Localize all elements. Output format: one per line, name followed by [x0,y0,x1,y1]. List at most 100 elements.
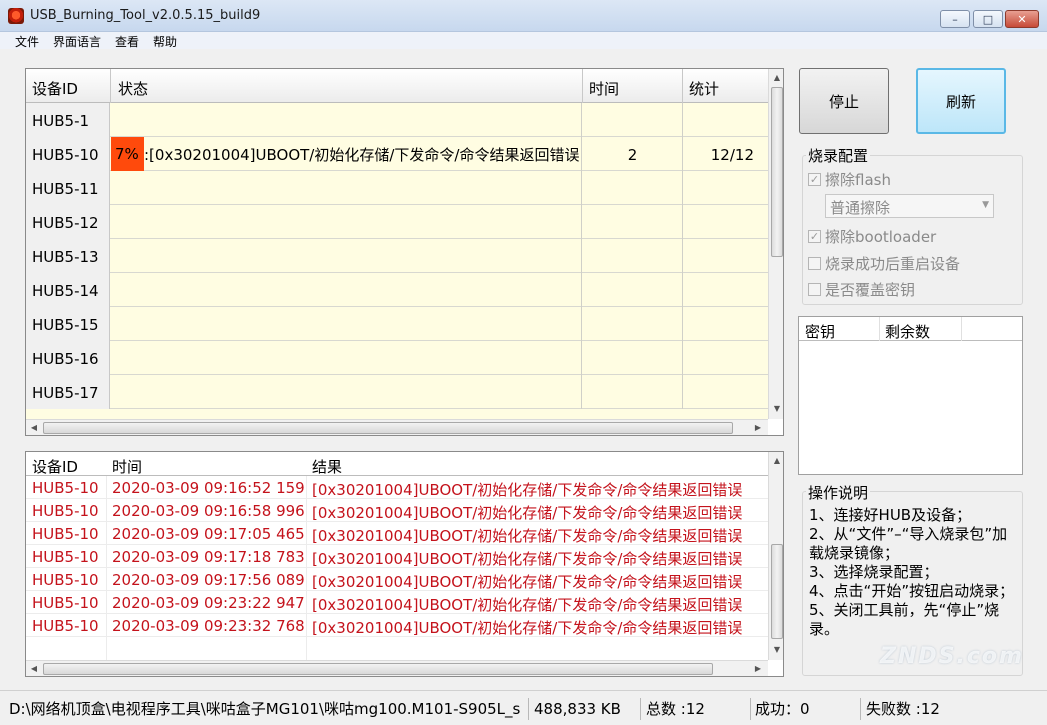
device-row[interactable]: HUB5-13 [26,239,768,273]
log-id-cell: HUB5-10 [32,571,99,589]
log-time-cell: 2020-03-09 09:23:22 947 [112,594,305,612]
device-time-cell [583,375,683,409]
log-row[interactable]: HUB5-10 2020-03-09 09:17:56 089 [0x3020100… [26,568,768,591]
refresh-button[interactable]: 刷新 [916,68,1006,134]
log-time-cell: 2020-03-09 09:16:58 996 [112,502,305,520]
log-result-cell: [0x30201004]UBOOT/初始化存储/下发命令/命令结果返回错误 [312,596,743,614]
device-grid-vscroll[interactable]: ▲ ▼ [768,69,783,419]
device-row[interactable]: HUB5-12 [26,205,768,239]
log-row[interactable]: HUB5-10 2020-03-09 09:17:18 783 [0x3020100… [26,545,768,568]
scroll-left-icon[interactable]: ◀ [26,423,42,432]
device-id-cell: HUB5-13 [26,239,110,273]
device-row[interactable]: HUB5-10 7%:[0x30201004]UBOOT/初始化存储/下发命令/命… [26,137,768,171]
device-row[interactable]: HUB5-1 [26,103,768,137]
device-row[interactable]: HUB5-14 [26,273,768,307]
log-result-cell: [0x30201004]UBOOT/初始化存储/下发命令/命令结果返回错误 [312,573,743,591]
log-result-cell: [0x30201004]UBOOT/初始化存储/下发命令/命令结果返回错误 [312,550,743,568]
log-scroll-left-icon[interactable]: ◀ [26,664,42,673]
device-id-cell: HUB5-14 [26,273,110,307]
key-header-key[interactable]: 密钥 [805,321,835,342]
log-scroll-right-icon[interactable]: ▶ [750,664,766,673]
log-grid-hscroll[interactable]: ◀ ▶ [26,660,768,676]
log-row[interactable]: HUB5-10 2020-03-09 09:17:05 465 [0x3020100… [26,522,768,545]
menu-bar: 文件 界面语言 查看 帮助 [0,32,1047,49]
log-grid-vscroll[interactable]: ▲ ▼ [768,452,783,660]
device-status-cell: 7%:[0x30201004]UBOOT/初始化存储/下发命令/命令结果返回错误 [111,137,582,171]
app-icon [8,8,24,24]
status-path: D:\网络机顶盒\电视程序工具\咪咕盒子MG101\咪咕mg100.M101-S… [9,700,521,718]
header-status[interactable]: 状态 [118,78,148,99]
menu-view[interactable]: 查看 [115,33,139,50]
header-stats[interactable]: 统计 [689,78,719,99]
menu-language[interactable]: 界面语言 [53,33,101,50]
header-device-id[interactable]: 设备ID [32,78,78,99]
header-time[interactable]: 时间 [589,78,619,99]
device-grid: 设备ID 状态 时间 统计 HUB5-1 HUB5-10 7%:[0x3020100… [25,68,784,436]
log-time-cell: 2020-03-09 09:16:52 159 [112,479,305,497]
instructions-title: 操作说明 [806,482,871,503]
menu-help[interactable]: 帮助 [153,33,177,50]
status-text: :[0x30201004]UBOOT/初始化存储/下发命令/命令结果返回错误 [144,145,580,164]
device-grid-vthumb[interactable] [771,87,783,257]
device-stats-cell [683,273,768,307]
device-row[interactable]: HUB5-11 [26,171,768,205]
stop-button[interactable]: 停止 [799,68,889,134]
device-stats-cell [683,239,768,273]
scroll-down-icon[interactable]: ▼ [769,404,783,413]
maximize-button[interactable]: □ [973,10,1003,28]
device-status-cell [111,273,582,307]
device-stats-cell [683,375,768,409]
log-time-cell: 2020-03-09 09:23:32 768 [112,617,305,635]
device-grid-header: 设备ID 状态 时间 统计 [26,69,768,103]
device-id-cell: HUB5-15 [26,307,110,341]
log-header-device-id[interactable]: 设备ID [32,456,78,477]
log-result-cell: [0x30201004]UBOOT/初始化存储/下发命令/命令结果返回错误 [312,481,743,499]
close-button[interactable]: ✕ [1005,10,1039,28]
log-row[interactable]: HUB5-10 2020-03-09 09:16:52 159 [0x3020100… [26,476,768,499]
log-result-cell: [0x30201004]UBOOT/初始化存储/下发命令/命令结果返回错误 [312,527,743,545]
log-grid-vthumb[interactable] [771,544,783,639]
log-row[interactable]: HUB5-10 2020-03-09 09:23:22 947 [0x3020100… [26,591,768,614]
device-time-cell [583,103,683,137]
title-bar: USB_Burning_Tool_v2.0.5.15_build9 – □ ✕ [0,0,1047,32]
log-scroll-down-icon[interactable]: ▼ [769,645,783,654]
log-result-cell: [0x30201004]UBOOT/初始化存储/下发命令/命令结果返回错误 [312,504,743,522]
device-status-cell [111,171,582,205]
key-header-remaining[interactable]: 剩余数 [885,321,930,342]
minimize-button[interactable]: – [940,10,970,28]
log-row[interactable]: HUB5-10 2020-03-09 09:16:58 996 [0x3020100… [26,499,768,522]
device-row[interactable]: HUB5-16 [26,341,768,375]
device-status-cell [111,103,582,137]
scroll-right-icon[interactable]: ▶ [750,423,766,432]
device-time-cell: 2 [583,137,683,171]
overwrite-key-checkbox[interactable]: 是否覆盖密钥 [808,279,915,300]
device-row[interactable]: HUB5-15 [26,307,768,341]
device-id-cell: HUB5-17 [26,375,110,409]
log-grid-header: 设备ID 时间 结果 [26,452,768,476]
erase-bootloader-checkbox[interactable]: ✓ 擦除bootloader [808,226,936,247]
menu-file[interactable]: 文件 [15,33,39,50]
log-id-cell: HUB5-10 [32,617,99,635]
erase-mode-select[interactable]: 普通擦除 ▼ [825,194,994,218]
log-scroll-up-icon[interactable]: ▲ [769,456,783,465]
device-id-cell: HUB5-16 [26,341,110,375]
erase-flash-checkbox[interactable]: ✓ 擦除flash [808,169,891,190]
log-row[interactable]: HUB5-10 2020-03-09 09:23:32 768 [0x3020100… [26,614,768,637]
log-grid-hthumb[interactable] [43,663,713,675]
scroll-up-icon[interactable]: ▲ [769,73,783,82]
window-title: USB_Burning_Tool_v2.0.5.15_build9 [30,8,261,23]
device-rows: HUB5-1 HUB5-10 7%:[0x30201004]UBOOT/初始化存储/… [26,103,768,419]
log-header-result[interactable]: 结果 [312,456,342,477]
device-status-cell [111,205,582,239]
device-time-cell [583,205,683,239]
log-rows: HUB5-10 2020-03-09 09:16:52 159 [0x3020100… [26,476,768,660]
device-status-cell [111,341,582,375]
device-stats-cell [683,341,768,375]
device-time-cell [583,239,683,273]
device-grid-hscroll[interactable]: ◀ ▶ [26,419,768,435]
reboot-after-checkbox[interactable]: 烧录成功后重启设备 [808,253,960,274]
device-grid-hthumb[interactable] [43,422,733,434]
status-total: 总数 :12 [646,700,705,718]
log-header-time[interactable]: 时间 [112,456,142,477]
device-row[interactable]: HUB5-17 [26,375,768,409]
